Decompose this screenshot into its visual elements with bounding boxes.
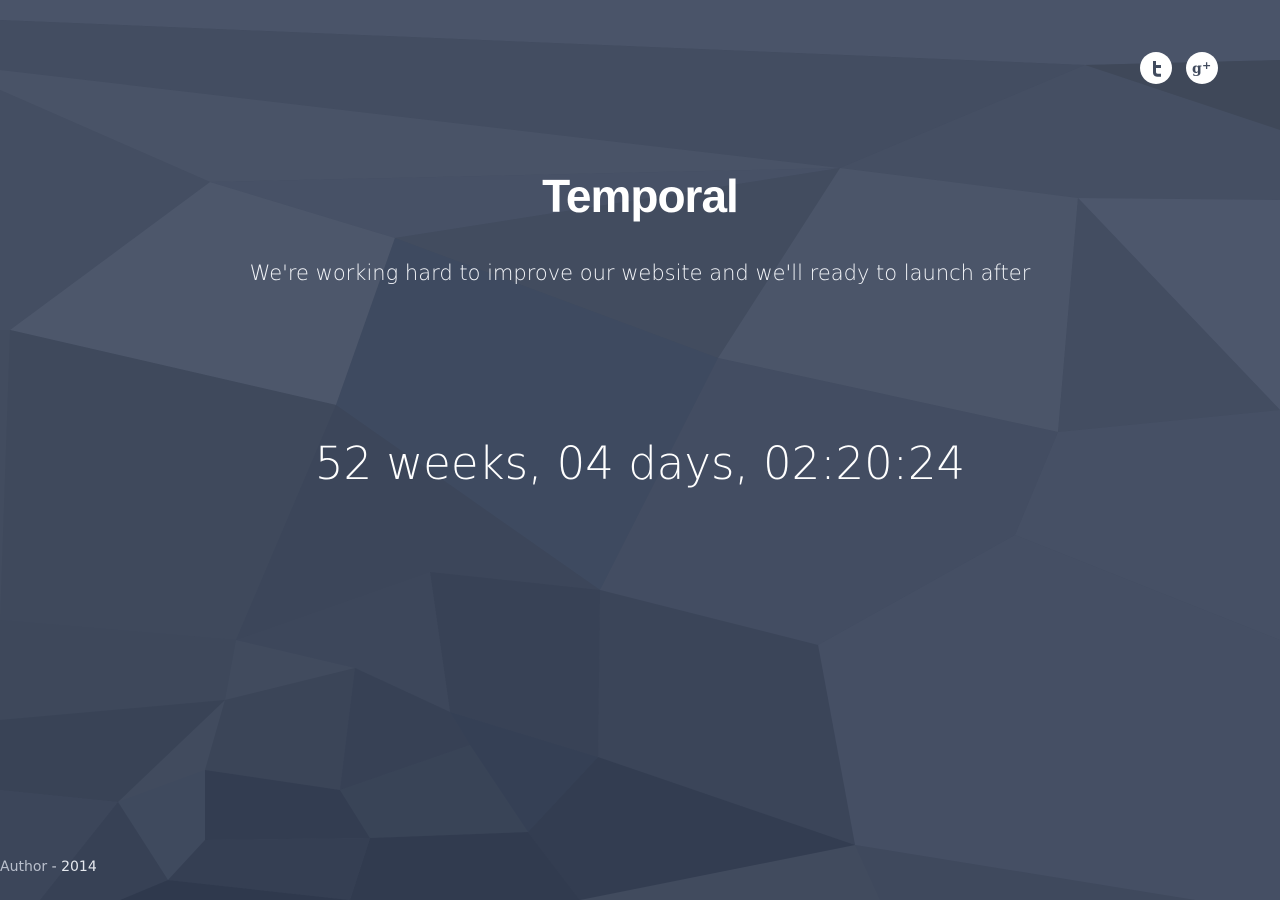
footer: Author - 2014 (0, 856, 1280, 878)
twitter-button[interactable] (1140, 52, 1172, 84)
google-plus-button[interactable]: g + (1186, 52, 1218, 84)
svg-text:+: + (1202, 59, 1211, 72)
footer-separator: - (47, 859, 62, 875)
countdown-timer: 52 weeks, 04 days, 02:20:24 (314, 437, 966, 490)
footer-year: 2014 (61, 859, 97, 875)
launch-message: We're working hard to improve our websit… (249, 261, 1031, 285)
author-link[interactable]: Author (0, 859, 47, 875)
page-title: Temporal (542, 170, 739, 222)
social-links: g + (1140, 52, 1218, 84)
twitter-icon (1153, 61, 1161, 77)
svg-text:g: g (1192, 61, 1202, 77)
google-plus-icon: g + (1192, 59, 1211, 77)
